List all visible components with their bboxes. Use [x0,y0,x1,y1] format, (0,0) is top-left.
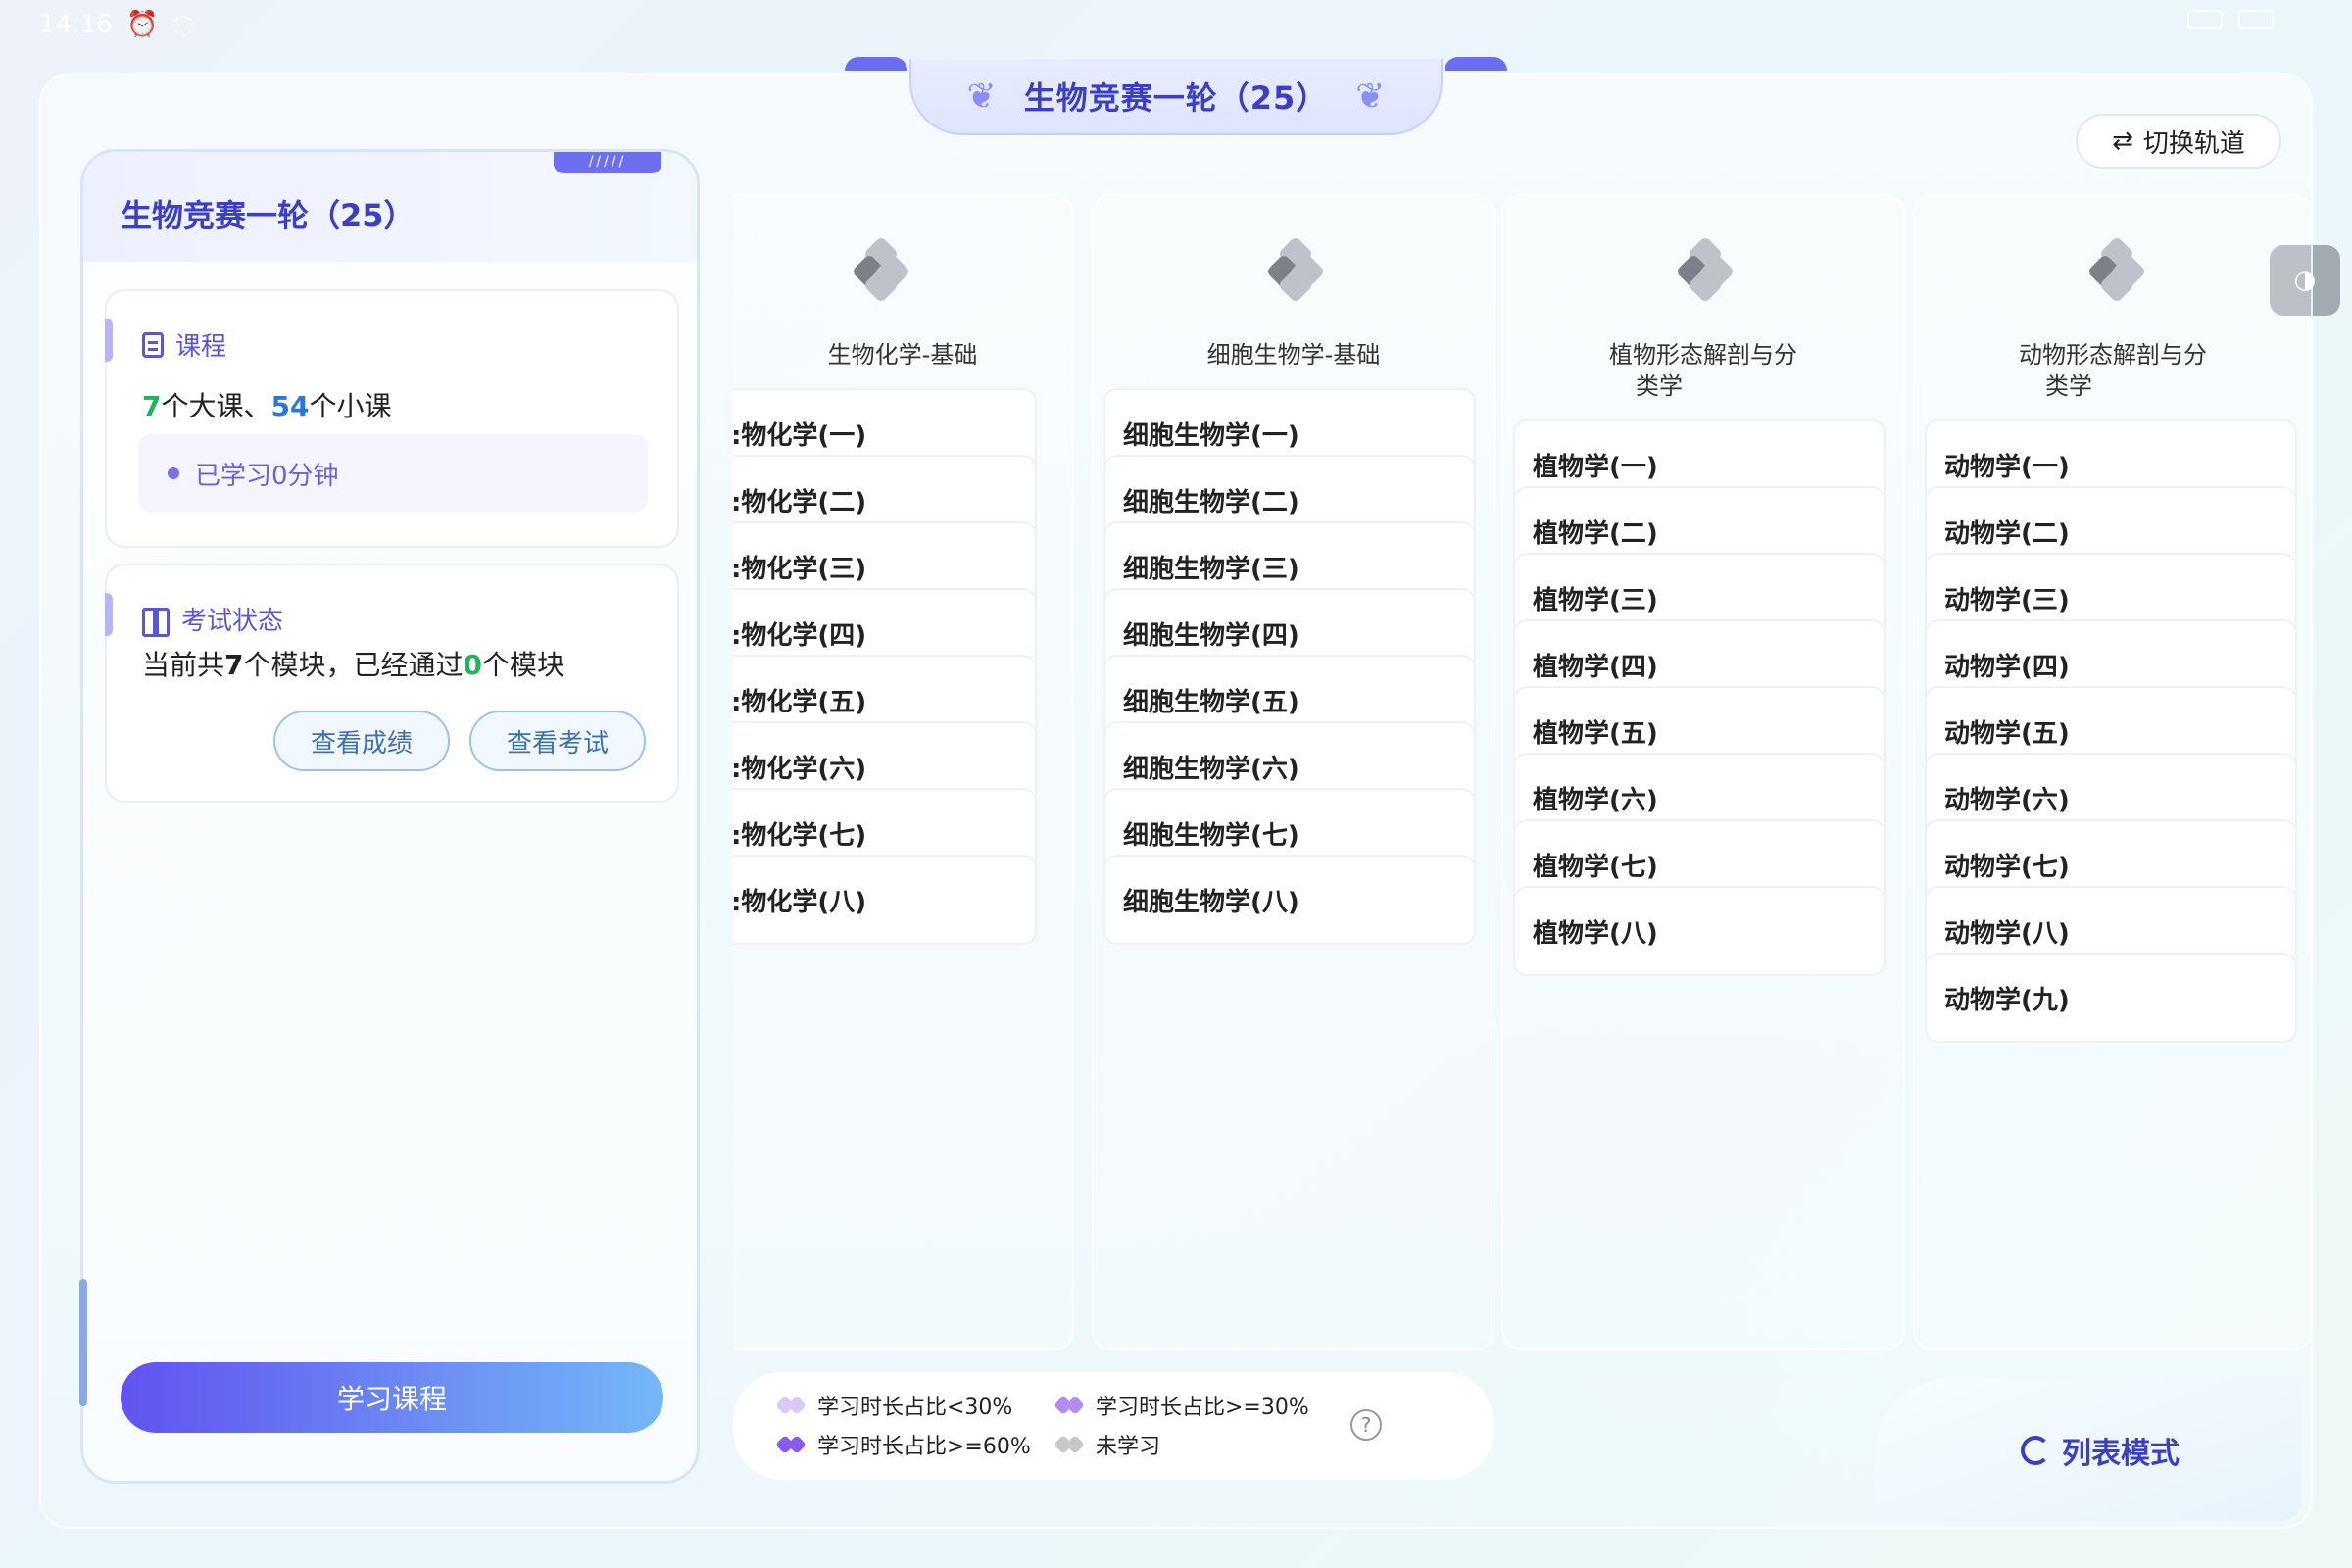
module-name-line2: 类学 [2045,372,2092,400]
status-icons [2187,10,2274,29]
module-name-line1: 动物形态解剖与分 [2019,341,2207,368]
module-column-zoology: 动物形态解剖与分 类学 动物学(一) 动物学(二) 动物学(三) 动物学(四) … [1913,194,2313,1350]
legend-item: 学习时长占比>=60% [776,1429,1031,1460]
module-name: 动物形态解剖与分 类学 [1915,339,2311,402]
module-name: 生物化学-基础 [827,341,978,368]
book-icon [142,607,170,637]
sync-icon: ◌ [172,10,194,39]
module-name: 细胞生物学-基础 [1206,341,1381,368]
swap-arrows-icon: ⇄ [2112,126,2133,156]
card-accent-bar [105,593,113,636]
exam-text-prefix: 当前共 [142,649,225,681]
legend-item: 未学习 [1054,1429,1160,1460]
legend-label: 学习时长占比>=60% [817,1435,1031,1459]
module-name-line1: 植物形态解剖与分 [1609,341,1797,368]
exam-card-title-text: 考试状态 [181,607,284,636]
major-text: 个大课、 [161,390,271,422]
view-exams-button[interactable]: 查看考试 [469,710,646,771]
legend-label: 未学习 [1096,1435,1161,1459]
high-progress-icon [776,1430,806,1459]
not-started-icon [1054,1430,1084,1459]
low-progress-icon [776,1391,806,1420]
module-column-biochemistry: 生物化学-基础 :物化学(一) :物化学(二) :物化学(三) :物化学(四) … [733,194,1074,1350]
module-column-cell-biology: 细胞生物学-基础 细胞生物学(一) 细胞生物学(二) 细胞生物学(三) 细胞生物… [1092,194,1495,1350]
module-column-botany: 植物形态解剖与分 类学 植物学(一) 植物学(二) 植物学(三) 植物学(四) … [1501,194,1905,1350]
passed-count: 0 [463,649,482,681]
legend-item: 学习时长占比>=30% [1054,1390,1309,1421]
course-card-title: 课程 [142,326,226,363]
card-accent-bar [105,318,113,362]
list-mode-panel: 列表模式 [1874,1378,2301,1521]
wifi-icon [2187,10,2223,29]
panel-edge-handle [79,1279,87,1406]
mid-progress-icon [1054,1391,1084,1420]
module-status-icon [1675,235,1736,304]
legend-label: 学习时长占比>=30% [1096,1396,1309,1420]
view-scores-button[interactable]: 查看成绩 [273,710,450,771]
list-mode-label: 列表模式 [2062,1437,2180,1471]
status-bar: 14:16 ⏰ ◌ [39,8,194,41]
course-count: 7个大课、54个小课 [142,385,391,424]
legend-label: 学习时长占比<30% [817,1396,1013,1420]
minor-count: 54 [270,390,310,422]
module-name: 植物形态解剖与分 类学 [1503,339,1903,402]
course-info-panel: ///// 生物竞赛一轮（25） 课程 7个大课、54个小课 已学习0分钟 考试… [79,149,700,1484]
lesson-item[interactable]: 细胞生物学(八) [1103,855,1476,945]
bullet-dot [168,467,179,479]
lesson-item[interactable]: 植物学(八) [1513,886,1886,976]
course-card: 课程 7个大课、54个小课 已学习0分钟 [105,289,679,548]
switch-track-button[interactable]: ⇄ 切换轨道 [2076,114,2281,169]
exam-status-text: 当前共7个模块，已经通过0个模块 [142,644,564,683]
module-name-line2: 类学 [1636,372,1683,400]
progress-legend: 学习时长占比<30% 学习时长占比>=30% 学习时长占比>=60% 未学习 ? [733,1372,1494,1480]
studied-time: 已学习0分钟 [195,461,339,491]
module-status-icon [851,235,911,304]
switch-track-label: 切换轨道 [2142,128,2245,159]
module-status-icon [1265,235,1326,304]
laurel-left-icon: ❦ [966,75,997,117]
major-count: 7 [142,390,162,422]
help-icon[interactable]: ? [1350,1409,1382,1441]
panel-title: 生物竞赛一轮（25） [121,197,416,234]
list-mode-button[interactable]: 列表模式 [2021,1429,2180,1472]
lesson-item[interactable]: 动物学(九) [1925,953,2297,1043]
alarm-icon: ⏰ [125,10,159,39]
exam-text-suffix: 个模块 [482,649,565,681]
header-tab: ❦ 生物竞赛一轮（25） ❦ [909,59,1443,135]
battery-icon [2238,10,2274,29]
exam-card-title: 考试状态 [142,601,283,637]
course-card-title-text: 课程 [175,332,227,362]
module-status-icon [2086,235,2147,304]
exam-card: 考试状态 当前共7个模块，已经通过0个模块 查看成绩 查看考试 [105,564,679,803]
refresh-icon [2021,1436,2050,1465]
exam-text-mid: 个模块，已经通过 [243,649,464,681]
legend-item: 学习时长占比<30% [776,1390,1012,1421]
lesson-item[interactable]: :物化学(八) [733,855,1037,945]
minor-text: 个小课 [309,390,392,422]
status-time: 14:16 [39,10,113,39]
page-title: 生物竞赛一轮（25） [1023,79,1329,117]
study-course-button[interactable]: 学习课程 [121,1362,663,1433]
document-icon [142,331,164,358]
module-count: 7 [224,649,244,681]
stripe-decoration: ///// [554,152,662,173]
studied-time-box: 已学习0分钟 [138,434,648,513]
laurel-right-icon: ❦ [1355,75,1386,117]
panel-header: ///// 生物竞赛一轮（25） [83,152,697,262]
